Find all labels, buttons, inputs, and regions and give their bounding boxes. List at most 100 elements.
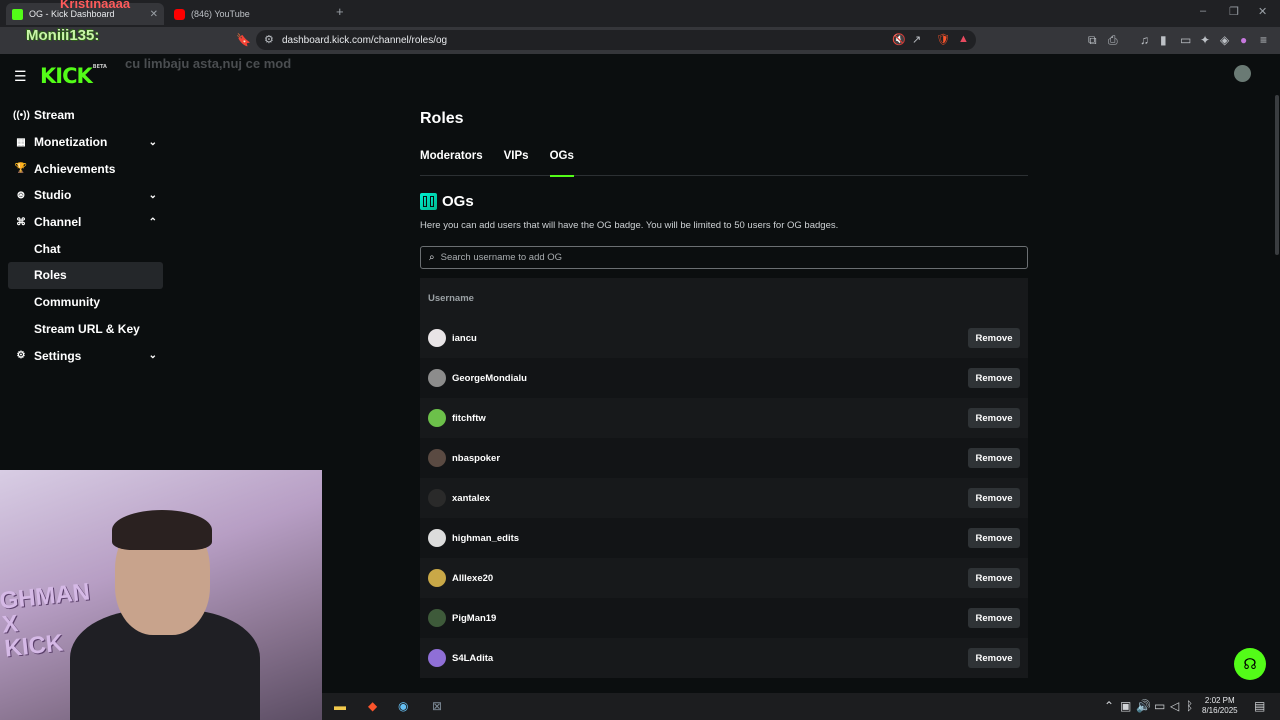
- vpn-icon[interactable]: ◈: [1220, 33, 1229, 47]
- table-row: highman_edits Remove: [420, 518, 1028, 558]
- kick-logo[interactable]: KICKBETA: [40, 64, 107, 88]
- chevron-up-icon[interactable]: ⌃: [149, 217, 157, 228]
- user-avatar: [428, 409, 446, 427]
- clock-time: 2:02 PM: [1204, 696, 1235, 705]
- remove-button[interactable]: Remove: [968, 368, 1020, 388]
- volume-icon[interactable]: 🔊: [1136, 699, 1151, 713]
- mute-icon[interactable]: 🔇: [892, 33, 906, 46]
- brave-shield-icon[interactable]: 🛡: [936, 33, 950, 46]
- browser-toolbar: 🔖 ⚙ dashboard.kick.com/channel/roles/og …: [0, 27, 1280, 54]
- notifications-icon[interactable]: ▤: [1254, 699, 1265, 713]
- sidebar-item-label: Community: [34, 295, 100, 310]
- profile-icon[interactable]: ●: [1240, 33, 1247, 47]
- user-avatar[interactable]: [1234, 65, 1251, 82]
- sidebar-item-label: Monetization: [34, 135, 108, 150]
- kick-favicon-icon: [12, 8, 23, 20]
- username: S4LAdita: [452, 652, 494, 664]
- brave-browser-icon[interactable]: ◆: [368, 699, 377, 713]
- sidebar-item-monetization[interactable]: ▦ Monetization ⌄: [8, 129, 163, 156]
- sidebar-item-label: Chat: [34, 241, 61, 256]
- wallet-icon[interactable]: ▭: [1180, 33, 1191, 47]
- clock-date: 8/16/2025: [1202, 706, 1238, 715]
- sidebar-nav: ((•)) Stream ▦ Monetization ⌄ 🏆 Achievem…: [8, 102, 163, 369]
- tray-chevron-icon[interactable]: ⌃: [1104, 699, 1114, 713]
- tab-moderators[interactable]: Moderators: [420, 150, 483, 176]
- close-tab-icon[interactable]: ✕: [150, 9, 158, 20]
- search-input[interactable]: [440, 252, 1001, 263]
- bookmark-icon[interactable]: 🔖: [236, 33, 251, 47]
- section-title: OGs: [442, 193, 474, 210]
- app-icon[interactable]: ⊠: [432, 699, 442, 713]
- user-avatar: [428, 609, 446, 627]
- scrollbar[interactable]: [1275, 95, 1279, 255]
- clock[interactable]: 2:02 PM 8/16/2025: [1202, 696, 1238, 716]
- webcam-person-hair: [112, 510, 212, 550]
- share-icon[interactable]: ↗: [912, 33, 921, 46]
- remove-button[interactable]: Remove: [968, 328, 1020, 348]
- leo-icon[interactable]: ✦: [1200, 33, 1210, 47]
- roles-tabs: Moderators VIPs OGs: [420, 150, 1028, 177]
- network-icon[interactable]: ▭: [1154, 699, 1165, 713]
- menu-icon[interactable]: ≡: [1260, 33, 1267, 47]
- new-tab-button[interactable]: +: [336, 4, 344, 19]
- username: nbaspoker: [452, 452, 501, 464]
- webcam-banner-text: GHMAN X KICK: [0, 578, 92, 663]
- extensions-icon[interactable]: ⧉: [1088, 33, 1097, 48]
- sidebar-item-achievements[interactable]: 🏆 Achievements: [8, 155, 163, 182]
- chevron-down-icon[interactable]: ⌄: [149, 137, 157, 148]
- user-avatar: [428, 449, 446, 467]
- bluetooth-icon[interactable]: ᛒ: [1186, 699, 1193, 713]
- column-header-username: Username: [428, 292, 474, 304]
- speaker-icon[interactable]: ◁: [1170, 699, 1179, 713]
- table-row: PigMan19 Remove: [420, 598, 1028, 638]
- remove-button[interactable]: Remove: [968, 528, 1020, 548]
- screenshot-icon[interactable]: ⎙: [1108, 33, 1118, 48]
- remove-button[interactable]: Remove: [968, 488, 1020, 508]
- table-row: xantalex Remove: [420, 478, 1028, 518]
- tab-vips[interactable]: VIPs: [504, 150, 529, 176]
- og-badge-icon: [420, 193, 437, 210]
- steam-icon[interactable]: ◉: [398, 699, 408, 713]
- taskbar: ▬ ◆ ◉ ⊠ ⌃ ▣ 🔊 ▭ ◁ ᛒ 2:02 PM 8/16/2025 ▤: [322, 693, 1280, 720]
- remove-button[interactable]: Remove: [968, 448, 1020, 468]
- sidebar-item-settings[interactable]: ⚙ Settings ⌄: [8, 342, 163, 369]
- tab-ogs[interactable]: OGs: [549, 150, 575, 177]
- table-header: Username: [420, 278, 1028, 318]
- sidebar-item-community[interactable]: Community: [8, 289, 163, 316]
- table-row: GeorgeMondialu Remove: [420, 358, 1028, 398]
- brave-rewards-icon[interactable]: ▲: [958, 33, 969, 45]
- sidebar-item-chat[interactable]: Chat: [8, 235, 163, 262]
- sidebar-item-stream-url-key[interactable]: Stream URL & Key: [8, 316, 163, 343]
- username: xantalex: [452, 492, 491, 504]
- tab-youtube[interactable]: (846) YouTube: [170, 3, 330, 25]
- sidebar-item-roles[interactable]: Roles: [8, 262, 163, 289]
- hamburger-menu-icon[interactable]: ☰: [14, 68, 27, 85]
- chevron-down-icon[interactable]: ⌄: [149, 190, 157, 201]
- minimize-icon[interactable]: –: [1200, 5, 1206, 17]
- remove-button[interactable]: Remove: [968, 608, 1020, 628]
- search-icon: ⌕: [429, 252, 435, 263]
- sidebar-icon[interactable]: ▮: [1160, 33, 1167, 47]
- sidebar-item-stream[interactable]: ((•)) Stream: [8, 102, 163, 129]
- support-chat-button[interactable]: ☊: [1234, 648, 1266, 680]
- table-row: S4LAdita Remove: [420, 638, 1028, 678]
- tray-app-icon[interactable]: ▣: [1120, 699, 1131, 713]
- username: fitchftw: [452, 412, 486, 424]
- monetization-icon: ▦: [16, 136, 26, 148]
- sidebar-item-channel[interactable]: ⌘ Channel ⌃: [8, 209, 163, 236]
- user-avatar: [428, 489, 446, 507]
- site-info-icon[interactable]: ⚙: [264, 33, 274, 46]
- remove-button[interactable]: Remove: [968, 568, 1020, 588]
- close-window-icon[interactable]: ✕: [1258, 5, 1267, 18]
- remove-button[interactable]: Remove: [968, 408, 1020, 428]
- address-bar[interactable]: ⚙ dashboard.kick.com/channel/roles/og 🔇 …: [256, 30, 976, 50]
- search-box[interactable]: ⌕: [420, 246, 1028, 269]
- username: highman_edits: [452, 532, 520, 544]
- file-explorer-icon[interactable]: ▬: [334, 699, 346, 713]
- maximize-icon[interactable]: ❐: [1229, 5, 1239, 18]
- sidebar-item-studio[interactable]: ⊛ Studio ⌄: [8, 182, 163, 209]
- chevron-down-icon[interactable]: ⌄: [149, 350, 157, 361]
- remove-button[interactable]: Remove: [968, 648, 1020, 668]
- media-icon[interactable]: ♫: [1140, 33, 1149, 47]
- webcam-feed: GHMAN X KICK: [0, 470, 322, 720]
